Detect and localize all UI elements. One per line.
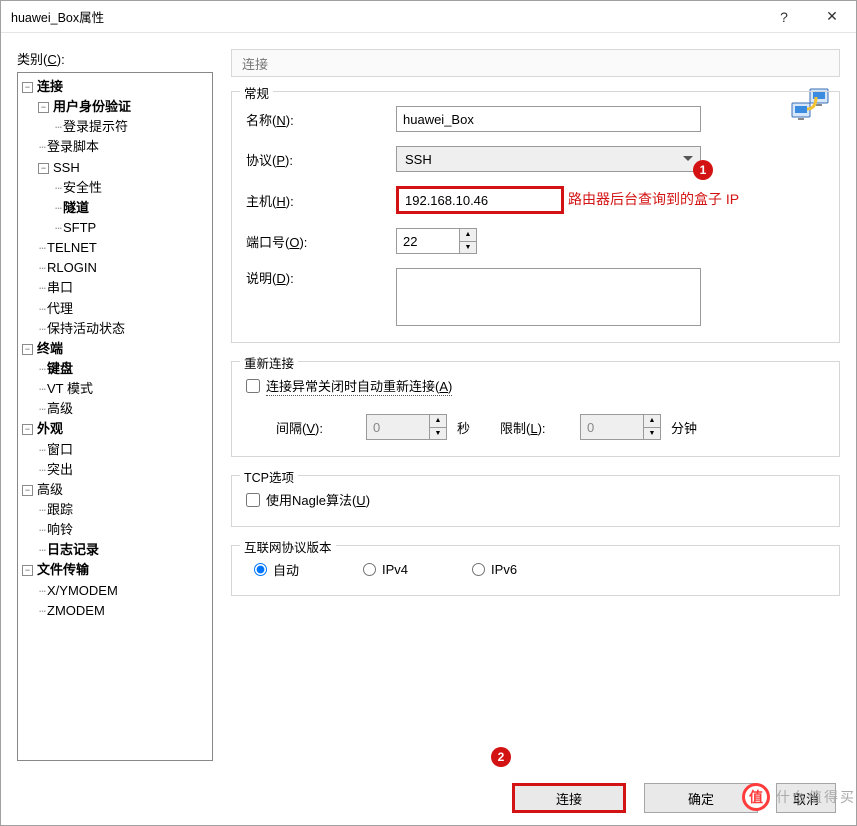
title-bar: huawei_Box属性 ? ✕	[1, 1, 856, 33]
interval-unit: 秒	[457, 418, 470, 437]
interval-input	[367, 415, 429, 439]
ip-auto-radio[interactable]: 自动	[254, 560, 299, 579]
brand-badge-icon: 值	[742, 783, 770, 811]
breadcrumb: 连接	[231, 49, 840, 77]
reconnect-group: 重新连接 连接异常关闭时自动重新连接(A) 间隔(V): ▲▼ 秒 限制(L	[231, 361, 840, 457]
interval-label: 间隔(V):	[276, 418, 366, 437]
help-button[interactable]: ?	[760, 1, 808, 33]
window-title: huawei_Box属性	[11, 7, 760, 26]
tree-bell[interactable]: ···响铃	[38, 520, 210, 540]
limit-up-icon[interactable]: ▲	[644, 415, 660, 428]
auto-reconnect-checkbox[interactable]: 连接异常关闭时自动重新连接(A)	[246, 376, 452, 396]
tree-xymodem[interactable]: ···X/YMODEM	[38, 581, 210, 601]
annotation-badge-1: 1	[693, 160, 713, 180]
close-button[interactable]: ✕	[808, 1, 856, 33]
tree-window[interactable]: ···窗口	[38, 440, 210, 460]
tree-ssh[interactable]: −SSH ···安全性 ···隧道 ···SFTP	[38, 158, 210, 239]
nagle-checkbox[interactable]: 使用Nagle算法(U)	[246, 490, 370, 509]
brand-text: 什么值得买	[776, 787, 856, 807]
interval-up-icon[interactable]: ▲	[430, 415, 446, 428]
tree-vtmode[interactable]: ···VT 模式	[38, 379, 210, 399]
tree-tunnel[interactable]: ···隧道	[54, 198, 210, 218]
desc-label: 说明(D):	[246, 268, 396, 287]
limit-unit: 分钟	[671, 418, 697, 437]
tree-connection[interactable]: −连接 −用户身份验证 ···登录提示符 ···登录脚本 −SSH ···安全性…	[22, 77, 210, 339]
limit-input	[581, 415, 643, 439]
tree-advanced-term[interactable]: ···高级	[38, 399, 210, 419]
tree-advanced[interactable]: −高级 ···跟踪 ···响铃 ···日志记录	[22, 480, 210, 561]
tcp-legend: TCP选项	[240, 467, 298, 486]
tree-terminal[interactable]: −终端 ···键盘 ···VT 模式 ···高级	[22, 339, 210, 420]
category-tree[interactable]: −连接 −用户身份验证 ···登录提示符 ···登录脚本 −SSH ···安全性…	[17, 72, 213, 761]
dialog-footer: 连接 确定 取消 值 什么值得买	[1, 771, 856, 825]
port-label: 端口号(O):	[246, 232, 396, 251]
tree-user-auth[interactable]: −用户身份验证 ···登录提示符	[38, 97, 210, 137]
desc-input[interactable]	[396, 268, 701, 326]
limit-stepper[interactable]: ▲▼	[580, 414, 661, 440]
connect-button[interactable]: 连接	[512, 783, 626, 813]
tree-rlogin[interactable]: ···RLOGIN	[38, 258, 210, 278]
tree-logging[interactable]: ···日志记录	[38, 540, 210, 560]
tree-security[interactable]: ···安全性	[54, 178, 210, 198]
watermark: 值 什么值得买	[742, 783, 856, 811]
host-input[interactable]	[396, 186, 564, 214]
tree-sftp[interactable]: ···SFTP	[54, 218, 210, 238]
reconnect-legend: 重新连接	[240, 353, 298, 372]
tree-keepalive[interactable]: ···保持活动状态	[38, 319, 210, 339]
tree-proxy[interactable]: ···代理	[38, 299, 210, 319]
port-up-icon[interactable]: ▲	[460, 229, 476, 242]
port-down-icon[interactable]: ▼	[460, 242, 476, 254]
tree-trace[interactable]: ···跟踪	[38, 500, 210, 520]
tree-login-script[interactable]: ···登录脚本	[38, 137, 210, 157]
port-input[interactable]	[397, 229, 459, 253]
ip-v4-radio[interactable]: IPv4	[363, 560, 408, 579]
properties-dialog: huawei_Box属性 ? ✕ 类别(C): −连接 −用户身份验证 ···登…	[0, 0, 857, 826]
category-label: 类别(C):	[17, 52, 65, 67]
limit-down-icon[interactable]: ▼	[644, 428, 660, 440]
ip-v6-radio[interactable]: IPv6	[472, 560, 517, 579]
name-input[interactable]	[396, 106, 701, 132]
tree-appearance[interactable]: −外观 ···窗口 ···突出	[22, 419, 210, 479]
tree-file-transfer[interactable]: −文件传输 ···X/YMODEM ···ZMODEM	[22, 560, 210, 620]
tcp-group: TCP选项 使用Nagle算法(U)	[231, 475, 840, 527]
protocol-label: 协议(P):	[246, 150, 396, 169]
annotation-badge-2: 2	[491, 747, 511, 767]
tree-serial[interactable]: ···串口	[38, 278, 210, 298]
protocol-select[interactable]: SSH	[396, 146, 701, 172]
interval-down-icon[interactable]: ▼	[430, 428, 446, 440]
general-legend: 常规	[240, 83, 273, 102]
annotation-host-note: 路由器后台查询到的盒子 IP	[568, 189, 739, 209]
port-stepper[interactable]: ▲▼	[396, 228, 477, 254]
tree-keyboard[interactable]: ···键盘	[38, 359, 210, 379]
tree-zmodem[interactable]: ···ZMODEM	[38, 601, 210, 621]
tree-telnet[interactable]: ···TELNET	[38, 238, 210, 258]
ok-button[interactable]: 确定	[644, 783, 758, 813]
general-group: 常规 名称(N): 协议(P): SSH 1 主机(H):	[231, 91, 840, 343]
ipver-group: 互联网协议版本 自动 IPv4 IPv6	[231, 545, 840, 596]
limit-label: 限制(L):	[500, 418, 580, 437]
host-label: 主机(H):	[246, 191, 396, 210]
tree-login-prompt[interactable]: ···登录提示符	[54, 117, 210, 137]
name-label: 名称(N):	[246, 110, 396, 129]
interval-stepper[interactable]: ▲▼	[366, 414, 447, 440]
tree-highlight[interactable]: ···突出	[38, 460, 210, 480]
ipver-legend: 互联网协议版本	[240, 537, 336, 556]
